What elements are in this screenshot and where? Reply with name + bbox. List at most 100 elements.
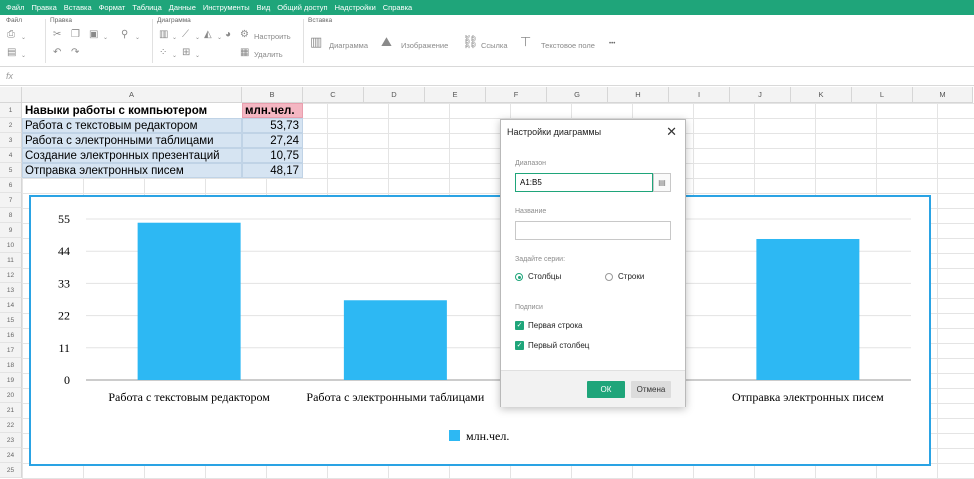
close-icon[interactable]: ✕ [666,124,677,140]
menu-item-2[interactable]: Вставка [64,3,92,12]
combo-chart-icon[interactable]: ⊞ [182,48,190,58]
row-header-13[interactable]: 13 [0,283,22,298]
cut-icon[interactable]: ✂ [53,30,61,40]
copy-icon[interactable]: ❐ [71,30,80,40]
column-header-I[interactable]: I [669,87,730,103]
area-chart-icon[interactable]: ◭ [204,30,212,40]
row-header-23[interactable]: 23 [0,433,22,448]
format-painter-icon[interactable]: ⚲ [121,30,128,40]
rows-option-label[interactable]: Строки [618,272,644,281]
menu-item-5[interactable]: Данные [169,3,196,12]
row-header-12[interactable]: 12 [0,268,22,283]
chevron-down-icon[interactable]: ⌄ [172,51,177,61]
menu-item-10[interactable]: Справка [383,3,412,12]
menu-item-3[interactable]: Формат [99,3,126,12]
chevron-down-icon[interactable]: ⌄ [195,51,200,61]
chevron-down-icon[interactable]: ⌄ [21,51,26,61]
insert-chart-icon[interactable]: ▥ [310,35,322,48]
scatter-chart-icon[interactable]: ⁘ [159,48,167,58]
column-header-H[interactable]: H [608,87,669,103]
chevron-down-icon[interactable]: ⌄ [217,33,222,43]
column-header-J[interactable]: J [730,87,791,103]
cancel-button[interactable]: Отмена [631,381,671,398]
columns-radio[interactable] [515,273,523,281]
column-header-L[interactable]: L [852,87,913,103]
row-header-18[interactable]: 18 [0,358,22,373]
row-header-14[interactable]: 14 [0,298,22,313]
print-icon[interactable]: ⎙ [7,30,15,40]
row-header-24[interactable]: 24 [0,448,22,463]
menu-item-4[interactable]: Таблица [132,3,161,12]
insert-image-button[interactable]: Изображение [401,41,448,50]
pie-chart-icon[interactable]: ◕ [225,30,231,40]
row-header-8[interactable]: 8 [0,208,22,223]
first-column-checkbox[interactable]: ✓ [515,341,524,350]
text-box-icon[interactable]: ⊤ [520,35,531,48]
cell-B3[interactable]: 27,24 [242,133,303,148]
row-header-17[interactable]: 17 [0,343,22,358]
column-header-K[interactable]: K [791,87,852,103]
menu-item-0[interactable]: Файл [6,3,24,12]
rows-radio[interactable] [605,273,613,281]
name-input[interactable] [515,221,671,240]
select-all-corner[interactable] [0,87,22,103]
ok-button[interactable]: ОК [587,381,625,398]
column-header-M[interactable]: M [913,87,973,103]
insert-chart-button[interactable]: Диаграмма [329,41,368,50]
row-header-22[interactable]: 22 [0,418,22,433]
chart-settings-button[interactable]: Настроить [254,32,291,41]
column-header-G[interactable]: G [547,87,608,103]
cell-A4[interactable]: Создание электронных презентаций [22,148,242,163]
row-header-5[interactable]: 5 [0,163,22,178]
range-input[interactable]: A1:B5 [515,173,653,192]
chevron-down-icon[interactable]: ⌄ [195,33,200,43]
link-icon[interactable]: ⛓ [462,35,479,48]
cell-B4[interactable]: 10,75 [242,148,303,163]
save-icon[interactable]: ▤ [7,48,16,58]
bar-chart-icon[interactable]: ▥ [159,30,168,40]
row-header-19[interactable]: 19 [0,373,22,388]
row-header-2[interactable]: 2 [0,118,22,133]
menu-item-7[interactable]: Вид [257,3,271,12]
menu-item-1[interactable]: Правка [31,3,56,12]
row-header-15[interactable]: 15 [0,313,22,328]
row-header-7[interactable]: 7 [0,193,22,208]
row-header-10[interactable]: 10 [0,238,22,253]
undo-icon[interactable]: ↶ [53,48,61,58]
formula-bar[interactable]: fx [0,68,974,86]
row-header-9[interactable]: 9 [0,223,22,238]
cell-A1[interactable]: Навыки работы с компьютером [22,103,242,118]
chart-delete-button[interactable]: Удалить [254,50,283,59]
chevron-down-icon[interactable]: ⌄ [135,33,140,43]
cell-A2[interactable]: Работа с текстовым редактором [22,118,242,133]
row-header-21[interactable]: 21 [0,403,22,418]
column-header-F[interactable]: F [486,87,547,103]
delete-chart-icon[interactable]: ▦ [240,48,249,58]
column-header-B[interactable]: B [242,87,303,103]
settings-icon[interactable]: ⚙ [240,30,249,40]
more-button[interactable]: ••• [609,41,615,47]
menu-item-9[interactable]: Надстройки [335,3,376,12]
column-header-A[interactable]: A [22,87,242,103]
row-header-11[interactable]: 11 [0,253,22,268]
column-header-D[interactable]: D [364,87,425,103]
columns-option-label[interactable]: Столбцы [528,272,561,281]
menu-item-8[interactable]: Общий доступ [277,3,327,12]
cell-A5[interactable]: Отправка электронных писем [22,163,242,178]
redo-icon[interactable]: ↷ [71,48,79,58]
chevron-down-icon[interactable]: ⌄ [21,33,26,43]
paste-icon[interactable]: ▣ [89,30,98,40]
chevron-down-icon[interactable]: ⌄ [172,33,177,43]
column-header-E[interactable]: E [425,87,486,103]
row-header-16[interactable]: 16 [0,328,22,343]
menu-item-6[interactable]: Инструменты [203,3,250,12]
row-header-25[interactable]: 25 [0,463,22,478]
range-picker-icon[interactable]: ▤ [653,173,671,192]
row-header-4[interactable]: 4 [0,148,22,163]
insert-link-button[interactable]: Ссылка [481,41,508,50]
line-chart-icon[interactable]: ⟋ [182,30,189,40]
insert-text-box-button[interactable]: Текстовое поле [541,41,595,50]
cell-A3[interactable]: Работа с электронными таблицами [22,133,242,148]
chevron-down-icon[interactable]: ⌄ [103,33,108,43]
row-header-1[interactable]: 1 [0,103,22,118]
